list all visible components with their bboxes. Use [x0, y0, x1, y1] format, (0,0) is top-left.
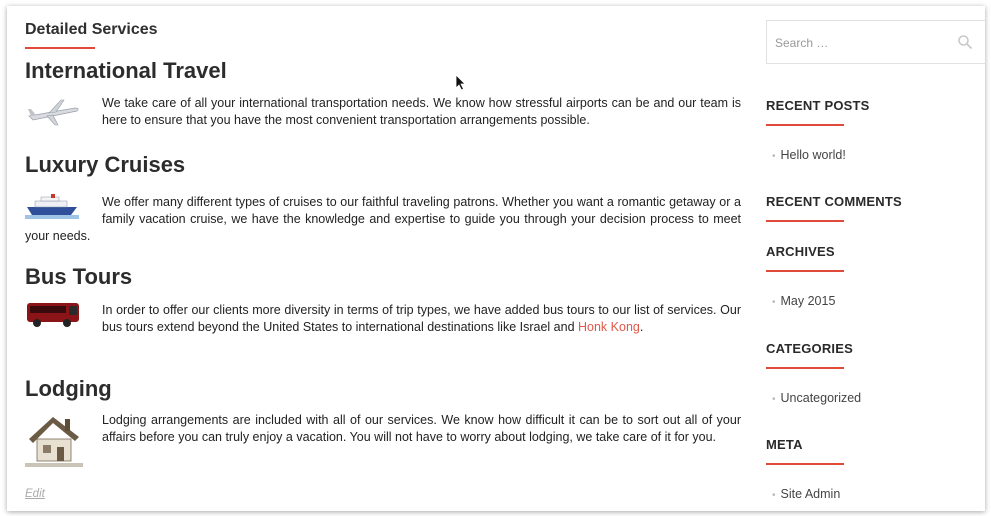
- edit-link[interactable]: Edit: [25, 488, 45, 500]
- section-text-international-travel: We take care of all your international t…: [102, 96, 741, 127]
- search-form: [766, 20, 985, 64]
- categories-underline: [766, 367, 844, 369]
- search-input[interactable]: [773, 33, 947, 53]
- recent-post-item[interactable]: • Hello world!: [772, 148, 846, 162]
- archives-heading: ARCHIVES: [766, 244, 835, 259]
- archives-underline: [766, 270, 844, 272]
- mouse-cursor-icon: [455, 74, 466, 91]
- section-text-luxury-cruises: We offer many different types of cruises…: [25, 195, 741, 243]
- title-underline: [25, 47, 95, 49]
- recent-comments-heading: RECENT COMMENTS: [766, 194, 902, 209]
- meta-heading: META: [766, 437, 803, 452]
- honk-kong-link[interactable]: Honk Kong: [578, 320, 640, 334]
- section-heading-luxury-cruises: Luxury Cruises: [25, 152, 186, 177]
- section-heading-lodging: Lodging: [25, 376, 112, 401]
- recent-posts-underline: [766, 124, 844, 126]
- section-heading-international-travel: International Travel: [25, 58, 227, 83]
- category-item[interactable]: • Uncategorized: [772, 391, 861, 405]
- page-container: Detailed Services International Travel W…: [7, 6, 985, 511]
- meta-item[interactable]: • Site Admin: [772, 487, 840, 501]
- meta-underline: [766, 463, 844, 465]
- section-heading-bus-tours: Bus Tours: [25, 264, 133, 289]
- recent-comments-underline: [766, 220, 844, 222]
- search-icon[interactable]: [957, 34, 973, 50]
- archive-item[interactable]: • May 2015: [772, 294, 835, 308]
- recent-posts-heading: RECENT POSTS: [766, 98, 870, 113]
- section-text-bus-tours: In order to offer our clients more diver…: [102, 303, 741, 334]
- categories-heading: CATEGORIES: [766, 341, 853, 356]
- section-text-lodging: Lodging arrangements are included with a…: [102, 413, 741, 444]
- page-title: Detailed Services: [25, 21, 158, 38]
